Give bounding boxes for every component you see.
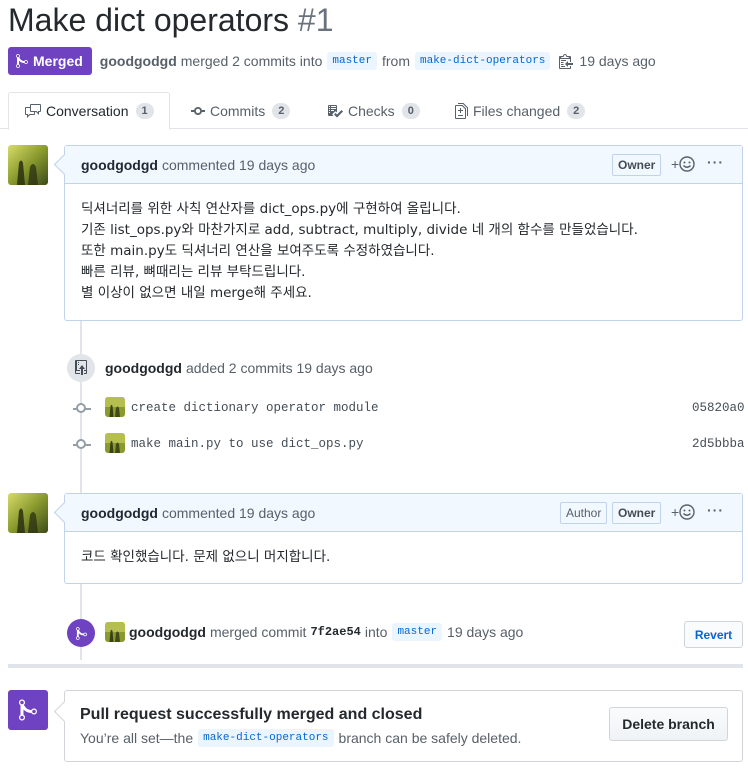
merged-event-badge: [67, 619, 95, 647]
comment-body: 코드 확인했습니다. 문제 없으니 머지합니다.: [65, 532, 742, 583]
repo-push-badge: [67, 354, 95, 382]
revert-button[interactable]: Revert: [684, 621, 743, 648]
merge-status-badge: [8, 690, 48, 730]
git-merge-icon: [19, 699, 37, 721]
kebab-horizontal-icon[interactable]: ···: [707, 154, 724, 170]
merge-into-text: into: [364, 624, 388, 640]
tab-checks-label: Checks: [348, 102, 395, 119]
add-reaction-button[interactable]: +: [671, 504, 695, 520]
tab-files-changed-count: 2: [567, 102, 586, 119]
owner-label: Owner: [612, 154, 662, 176]
comment-discussion-icon: [25, 104, 41, 118]
tab-checks[interactable]: Checks 0: [327, 92, 420, 129]
smiley-icon: [679, 156, 695, 172]
comment-body: 딕셔너리를 위한 사칙 연산자를 dict_ops.py에 구현하여 올립니다.…: [65, 184, 742, 319]
merged-state-label: Merged: [33, 53, 83, 69]
commit-message-link[interactable]: create dictionary operator module: [131, 401, 379, 415]
comment-author[interactable]: goodgodgd: [81, 157, 158, 173]
commits-event: goodgodgd added 2 commits 19 days ago: [105, 358, 373, 378]
merge-merged-text: merged commit: [209, 624, 307, 640]
smiley-icon: [679, 504, 695, 520]
commit-message-link[interactable]: make main.py to use dict_ops.py: [131, 437, 364, 451]
tab-files-changed-label: Files changed: [473, 102, 561, 119]
tab-conversation-count: 1: [135, 103, 154, 119]
merge-event: goodgodgd merged commit 7f2ae54 into mas…: [129, 622, 523, 642]
comment-line: 별 이상이 없으면 내일 merge해 주세요.: [81, 285, 312, 301]
commit-sha-link[interactable]: 2d5bbba: [692, 437, 745, 451]
git-merge-icon: [75, 626, 87, 640]
tab-conversation[interactable]: Conversation 1: [8, 92, 170, 130]
repo-push-icon: [75, 360, 87, 375]
clippy-icon[interactable]: [559, 53, 574, 69]
event-action: added 2 commits 19 days ago: [185, 360, 373, 376]
comment-header: goodgodgd commented 19 days ago Author O…: [65, 494, 742, 532]
owner-label: Owner: [612, 502, 662, 524]
commit-dot: [76, 403, 86, 413]
commit-avatar[interactable]: [105, 433, 125, 453]
add-reaction-button[interactable]: +: [671, 156, 695, 172]
comment-line: 딕셔너리를 위한 사칙 연산자를 dict_ops.py에 구현하여 올립니다.: [81, 201, 461, 217]
pr-title-text: Make dict operators: [8, 2, 290, 38]
git-commit-icon: [191, 106, 205, 115]
author-label: Author: [560, 502, 608, 524]
pr-merge-text: merged 2 commits into: [180, 53, 323, 69]
commit-avatar[interactable]: [105, 397, 125, 417]
merge-author[interactable]: goodgodgd: [129, 624, 206, 640]
merge-avatar[interactable]: [105, 622, 125, 642]
pr-title: Make dict operators #1: [8, 2, 334, 39]
comment-timestamp[interactable]: commented 19 days ago: [162, 505, 315, 521]
comment-timestamp[interactable]: commented 19 days ago: [162, 157, 315, 173]
plus-label: +: [671, 156, 680, 172]
comment-line: 기존 list_ops.py와 마찬가지로 add, subtract, mul…: [81, 222, 638, 238]
merged-state-badge: Merged: [8, 47, 92, 75]
checklist-icon: [328, 104, 343, 117]
avatar[interactable]: [8, 493, 48, 533]
delete-branch-button[interactable]: Delete branch: [609, 707, 728, 741]
event-author[interactable]: goodgodgd: [105, 360, 182, 376]
comment-line: 또한 main.py도 딕셔너리 연산을 보여주도록 수정하였습니다.: [81, 243, 435, 259]
tab-conversation-label: Conversation: [46, 103, 129, 119]
diff-icon: [455, 102, 468, 119]
tab-commits-label: Commits: [210, 102, 266, 119]
pr-number: #1: [297, 2, 334, 38]
tab-files-changed[interactable]: Files changed 2: [455, 92, 586, 129]
merge-desc-prefix: You’re all set—the: [80, 730, 194, 746]
commit-dot: [76, 439, 86, 449]
pr-author-link[interactable]: goodgodgd: [100, 53, 177, 69]
merge-commit-sha[interactable]: 7f2ae54: [310, 625, 360, 639]
pr-tabs: Conversation 1 Commits 2 Checks 0 Files …: [0, 92, 748, 130]
comment-line: 빠른 리뷰, 뼈때리는 리뷰 부탁드립니다.: [81, 264, 306, 280]
kebab-horizontal-icon[interactable]: ···: [707, 502, 724, 518]
pr-meta: Merged goodgodgd merged 2 commits into m…: [8, 46, 656, 76]
comment-line: 코드 확인했습니다. 문제 없으니 머지합니다.: [81, 549, 331, 565]
git-merge-icon: [16, 53, 28, 69]
timeline-divider: [8, 664, 743, 668]
merge-desc-branch[interactable]: make-dict-operators: [198, 729, 334, 747]
comment-box: goodgodgd commented 19 days ago Author O…: [64, 493, 743, 584]
head-branch[interactable]: make-dict-operators: [414, 52, 551, 70]
merge-target-branch[interactable]: master: [392, 623, 443, 641]
merge-desc-suffix: branch can be safely deleted.: [338, 730, 522, 746]
merge-status-description: You’re all set—the make-dict-operators b…: [80, 729, 521, 747]
merge-time: 19 days ago: [447, 624, 524, 640]
avatar[interactable]: [8, 145, 48, 185]
tab-commits-count: 2: [272, 102, 291, 119]
base-branch[interactable]: master: [327, 52, 377, 70]
merge-status-title: Pull request successfully merged and clo…: [80, 706, 423, 723]
commit-sha-link[interactable]: 05820a0: [692, 401, 745, 415]
comment-box: goodgodgd commented 19 days ago Owner + …: [64, 145, 743, 321]
pr-time: 19 days ago: [579, 53, 656, 69]
comment-author[interactable]: goodgodgd: [81, 505, 158, 521]
comment-header: goodgodgd commented 19 days ago Owner + …: [65, 146, 742, 184]
pr-from-text: from: [381, 53, 410, 69]
tab-commits[interactable]: Commits 2: [191, 92, 291, 129]
tab-checks-count: 0: [401, 102, 420, 119]
plus-label: +: [671, 504, 680, 520]
merge-status-box: Pull request successfully merged and clo…: [64, 690, 743, 762]
